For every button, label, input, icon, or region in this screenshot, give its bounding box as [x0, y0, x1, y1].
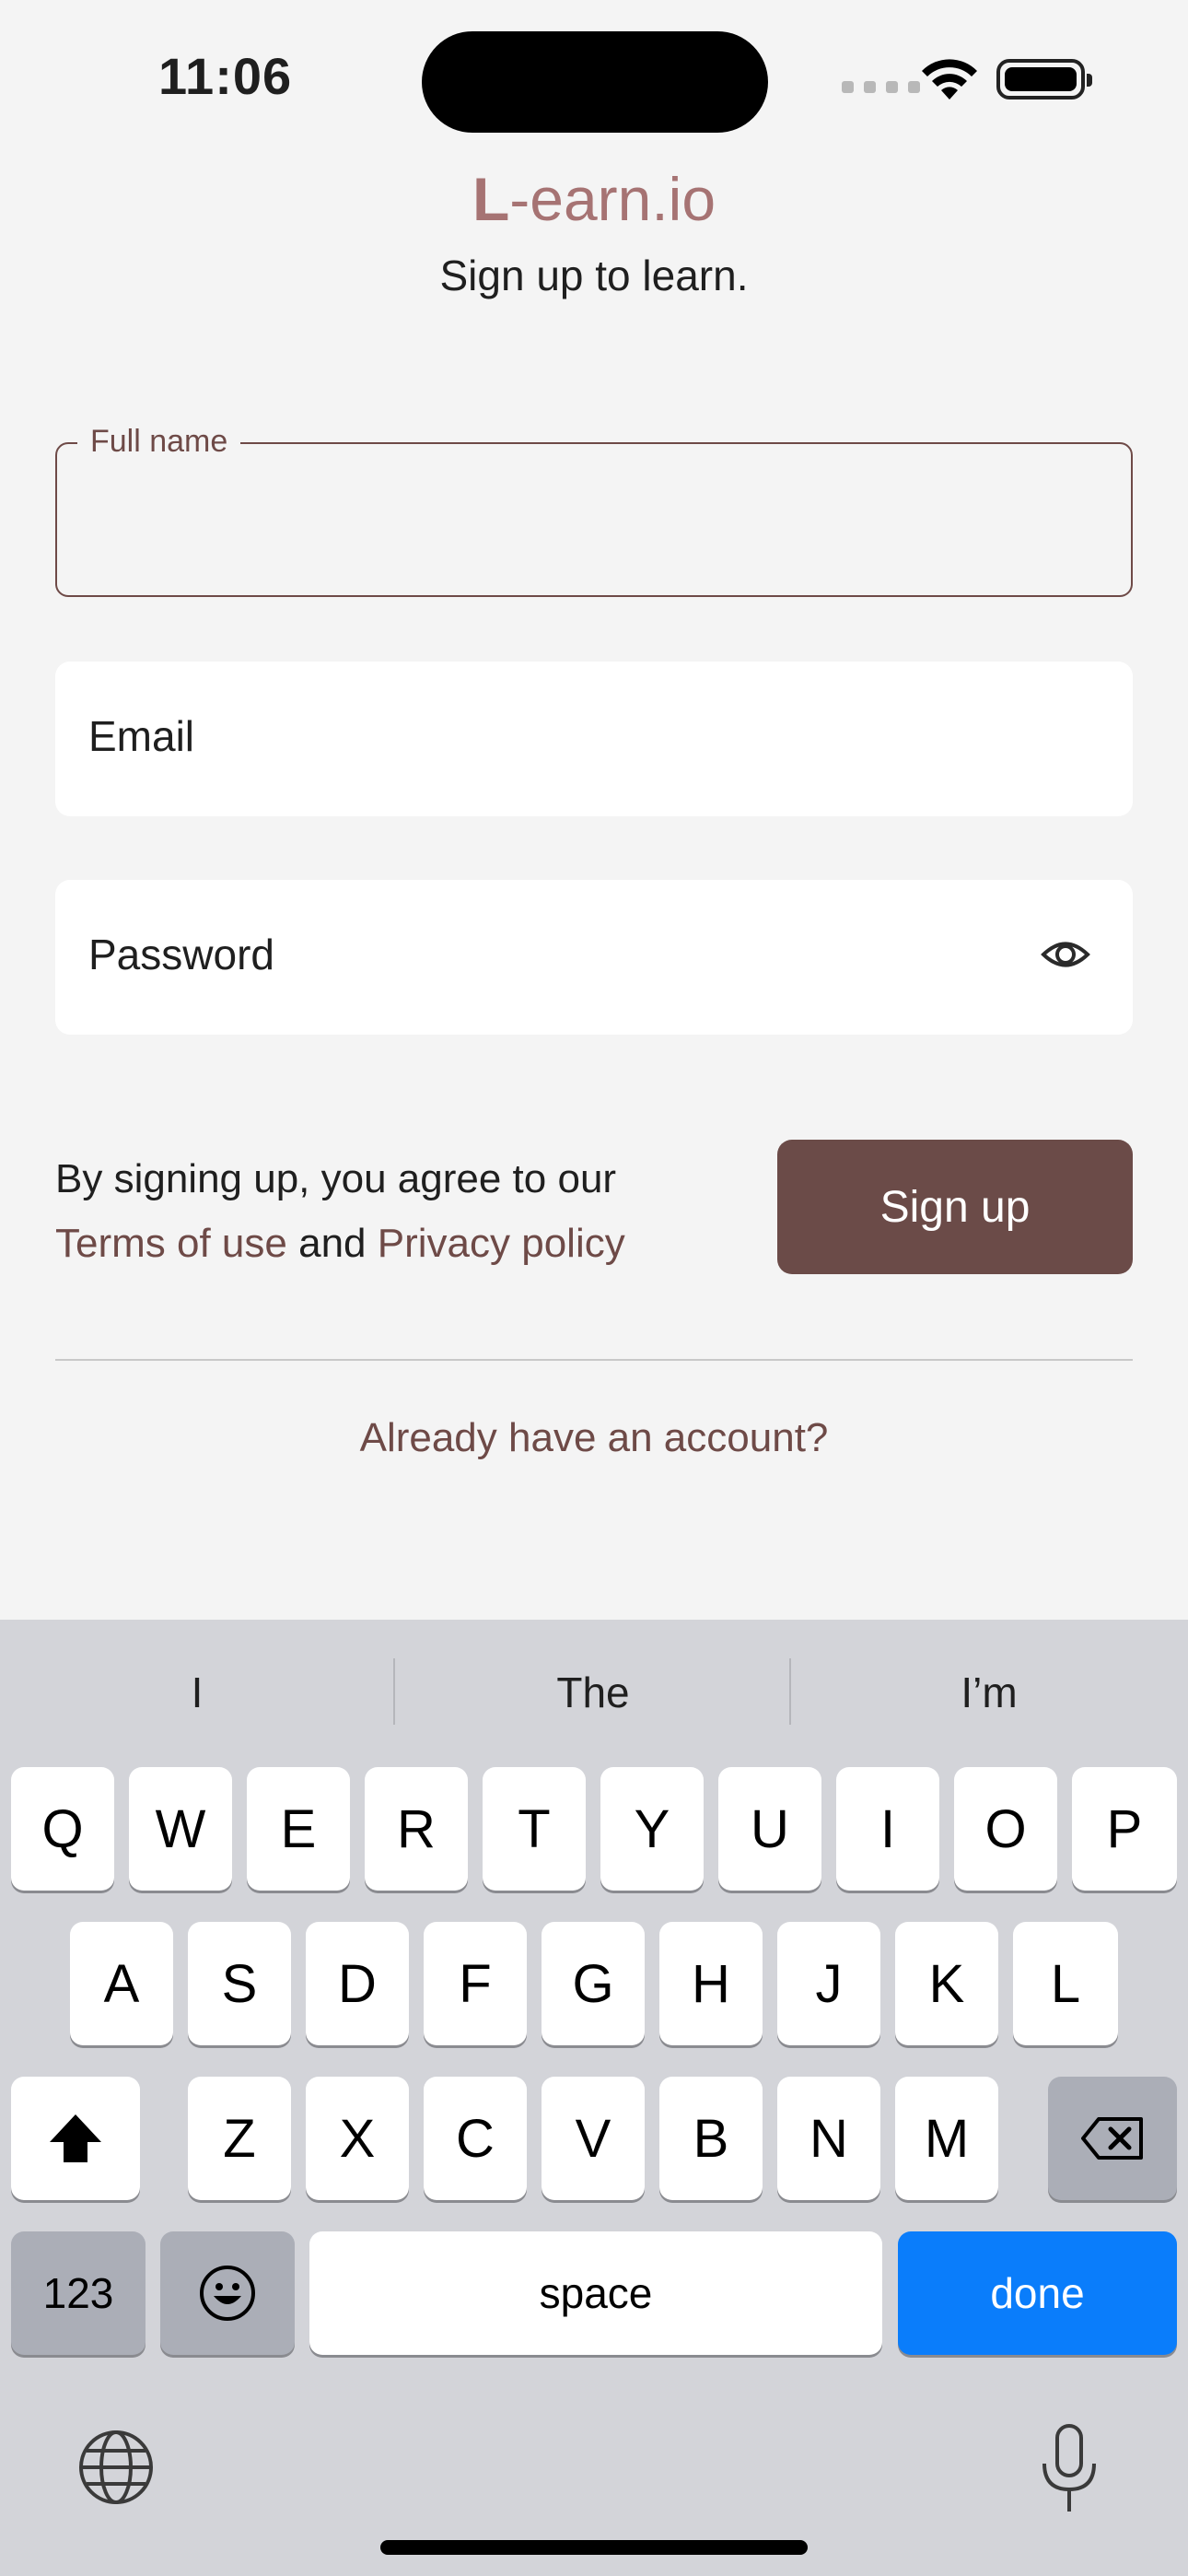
page-subtitle: Sign up to learn.: [439, 252, 749, 299]
key-j[interactable]: J: [777, 1922, 880, 2045]
suggestion-divider: [393, 1658, 395, 1725]
suggestion-divider: [789, 1658, 791, 1725]
key-d[interactable]: D: [306, 1922, 409, 2045]
key-y[interactable]: Y: [600, 1767, 704, 1891]
brand-logo: L-earn.io: [472, 165, 716, 233]
globe-icon[interactable]: [77, 2429, 155, 2506]
dynamic-island: [422, 31, 768, 133]
done-key[interactable]: done: [898, 2231, 1177, 2355]
key-q[interactable]: Q: [11, 1767, 114, 1891]
email-field[interactable]: Email: [55, 662, 1133, 816]
home-indicator[interactable]: [380, 2540, 808, 2555]
keyboard: I The I’m Q W E R T Y U I O P A S D F G …: [0, 1620, 1188, 2576]
backspace-key[interactable]: [1048, 2077, 1177, 2200]
status-time: 11:06: [158, 47, 293, 105]
key-r[interactable]: R: [365, 1767, 468, 1891]
cellular-signal-icon: [842, 81, 920, 93]
shift-icon: [50, 2114, 101, 2162]
password-placeholder: Password: [88, 931, 274, 978]
password-field[interactable]: Password: [55, 880, 1133, 1035]
key-u[interactable]: U: [718, 1767, 821, 1891]
terms-of-use-link[interactable]: Terms of use: [55, 1221, 287, 1266]
emoji-key[interactable]: [160, 2231, 295, 2355]
login-link[interactable]: Already have an account?: [0, 1415, 1188, 1461]
key-v[interactable]: V: [542, 2077, 645, 2200]
suggestion-2[interactable]: The: [396, 1668, 790, 1717]
key-b[interactable]: B: [659, 2077, 763, 2200]
email-placeholder: Email: [88, 712, 195, 760]
key-a[interactable]: A: [70, 1922, 173, 2045]
show-password-icon[interactable]: [1041, 930, 1090, 979]
suggestion-1[interactable]: I: [0, 1668, 394, 1717]
key-s[interactable]: S: [188, 1922, 291, 2045]
suggestion-3[interactable]: I’m: [792, 1668, 1186, 1717]
key-e[interactable]: E: [247, 1767, 350, 1891]
key-p[interactable]: P: [1072, 1767, 1177, 1891]
divider: [55, 1359, 1133, 1361]
key-o[interactable]: O: [954, 1767, 1057, 1891]
key-n[interactable]: N: [777, 2077, 880, 2200]
key-k[interactable]: K: [895, 1922, 998, 2045]
key-i[interactable]: I: [836, 1767, 939, 1891]
key-x[interactable]: X: [306, 2077, 409, 2200]
privacy-policy-link[interactable]: Privacy policy: [378, 1221, 625, 1266]
full-name-label: Full name: [77, 424, 241, 460]
space-key[interactable]: space: [309, 2231, 882, 2355]
key-g[interactable]: G: [542, 1922, 645, 2045]
key-l[interactable]: L: [1013, 1922, 1118, 2045]
key-w[interactable]: W: [129, 1767, 232, 1891]
microphone-icon[interactable]: [1037, 2423, 1101, 2515]
terms-text: By signing up, you agree to our Terms of…: [55, 1156, 625, 1266]
key-t[interactable]: T: [483, 1767, 586, 1891]
emoji-icon: [200, 2266, 255, 2321]
backspace-icon: [1081, 2117, 1143, 2160]
key-m[interactable]: M: [895, 2077, 998, 2200]
sign-up-button[interactable]: Sign up: [777, 1140, 1133, 1274]
shift-key[interactable]: [11, 2077, 140, 2200]
wifi-icon: [922, 59, 977, 100]
battery-icon: [996, 59, 1092, 100]
key-c[interactable]: C: [424, 2077, 527, 2200]
key-z[interactable]: Z: [188, 2077, 291, 2200]
key-h[interactable]: H: [659, 1922, 763, 2045]
key-f[interactable]: F: [424, 1922, 527, 2045]
numbers-key[interactable]: 123: [11, 2231, 146, 2355]
full-name-field[interactable]: Full name: [55, 424, 1133, 597]
